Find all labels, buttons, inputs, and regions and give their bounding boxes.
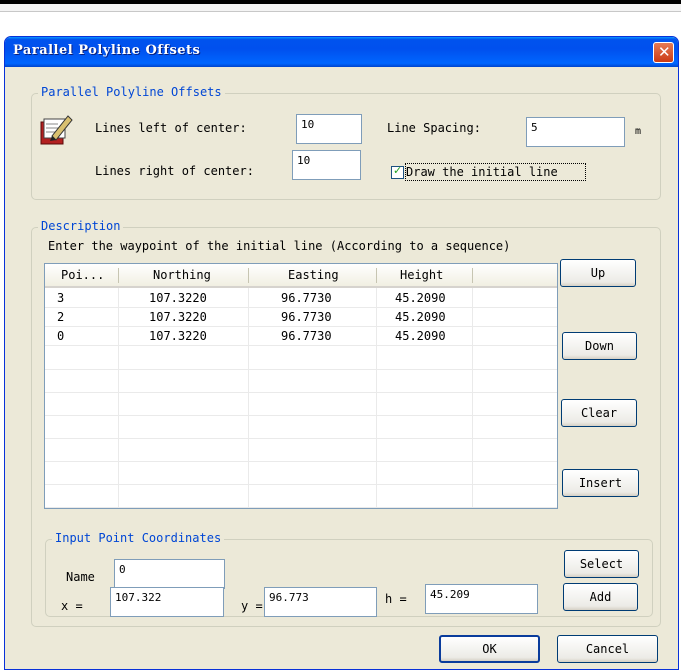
y-input[interactable]: 96.773 (264, 587, 377, 617)
lines-left-label: Lines left of center: (95, 121, 247, 135)
checkmark-icon: ✓ (393, 164, 403, 177)
close-button[interactable]: ✕ (653, 42, 674, 63)
lines-right-input[interactable]: 10 (292, 150, 361, 180)
empty-row (45, 490, 557, 508)
top-strip (0, 4, 681, 12)
h-label: h = (385, 592, 407, 606)
ok-button[interactable]: OK (439, 635, 540, 663)
title-bar[interactable]: Parallel Polyline Offsets ✕ (5, 37, 678, 67)
down-button[interactable]: Down (562, 332, 637, 360)
table-row[interactable]: 0 107.3220 96.7730 45.2090 (45, 328, 557, 346)
lines-right-label: Lines right of center: (95, 164, 254, 178)
table-row[interactable]: 3 107.3220 96.7730 45.2090 (45, 290, 557, 308)
cell-northing: 107.3220 (149, 291, 207, 305)
x-input[interactable]: 107.322 (110, 587, 224, 617)
draw-initial-label[interactable]: Draw the initial line (406, 165, 558, 179)
empty-row (45, 444, 557, 462)
draw-initial-checkbox[interactable]: ✓ (391, 164, 404, 179)
empty-row (45, 421, 557, 439)
column-header-easting[interactable]: Easting (288, 264, 339, 286)
column-header-point[interactable]: Poi... (61, 264, 104, 286)
add-button[interactable]: Add (563, 583, 638, 611)
cell-height: 45.2090 (395, 310, 446, 324)
empty-row (45, 375, 557, 393)
cell-point: 2 (57, 310, 65, 324)
offsets-group-legend: Parallel Polyline Offsets (38, 85, 225, 99)
line-spacing-label: Line Spacing: (387, 121, 481, 135)
column-header-northing[interactable]: Northing (153, 264, 211, 286)
table-row[interactable]: 2 107.3220 96.7730 45.2090 (45, 309, 557, 327)
cancel-button[interactable]: Cancel (557, 635, 658, 663)
window-title: Parallel Polyline Offsets (13, 43, 201, 58)
lines-left-input[interactable]: 10 (296, 114, 362, 144)
cell-northing: 107.3220 (149, 310, 207, 324)
cell-point: 3 (57, 291, 65, 305)
close-icon: ✕ (658, 43, 671, 61)
description-group-legend: Description (38, 219, 124, 233)
insert-button[interactable]: Insert (562, 469, 639, 497)
input-coordinates-legend: Input Point Coordinates (52, 531, 225, 545)
empty-row (45, 467, 557, 485)
empty-row (45, 398, 557, 416)
x-label: x = (61, 599, 83, 613)
select-button[interactable]: Select (564, 550, 639, 578)
waypoint-list[interactable]: Poi... Northing Easting Height 3 107.322… (44, 263, 558, 509)
line-spacing-unit: m (635, 126, 642, 137)
cell-easting: 96.7730 (281, 329, 332, 343)
cell-easting: 96.7730 (281, 291, 332, 305)
instruction-text: Enter the waypoint of the initial line (… (48, 239, 511, 253)
column-header-height[interactable]: Height (400, 264, 443, 286)
edit-notepad-icon (40, 115, 73, 145)
h-input[interactable]: 45.209 (425, 584, 538, 614)
name-label: Name (66, 570, 95, 584)
y-label: y = (241, 599, 263, 613)
cell-height: 45.2090 (395, 329, 446, 343)
cell-easting: 96.7730 (281, 310, 332, 324)
up-button[interactable]: Up (560, 259, 636, 287)
empty-row (45, 352, 557, 370)
name-input[interactable]: 0 (114, 559, 225, 589)
cell-northing: 107.3220 (149, 329, 207, 343)
cell-height: 45.2090 (395, 291, 446, 305)
cell-point: 0 (57, 329, 65, 343)
list-header: Poi... Northing Easting Height (45, 264, 557, 288)
dialog-window: Parallel Polyline Offsets ✕ Parallel Pol… (4, 36, 679, 670)
line-spacing-input[interactable]: 5 (526, 117, 625, 147)
clear-button[interactable]: Clear (561, 399, 637, 427)
